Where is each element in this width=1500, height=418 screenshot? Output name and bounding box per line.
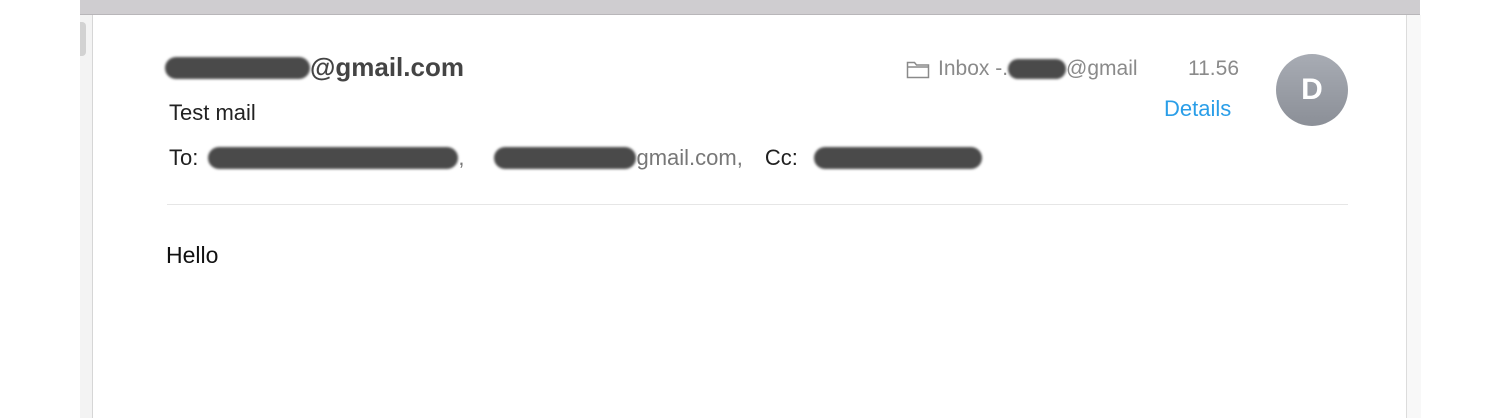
to-address-1-suffix: ,	[458, 145, 465, 170]
message-list-edge	[80, 15, 93, 418]
redacted-to-address-1[interactable]	[208, 147, 459, 169]
toolbar-edge	[80, 0, 1420, 15]
redacted-sender-name	[165, 56, 310, 79]
mailbox-suffix: @gmail	[1066, 57, 1138, 80]
mailbox-prefix: Inbox -.	[938, 57, 1009, 80]
sender-domain: @gmail.com	[310, 52, 464, 82]
avatar-initial: D	[1301, 73, 1323, 106]
redacted-to-address-2[interactable]	[494, 147, 637, 169]
redacted-mailbox-account	[1008, 59, 1067, 79]
split-view-handle[interactable]	[80, 22, 86, 56]
details-link[interactable]: Details	[1164, 96, 1231, 122]
scrollbar-track[interactable]	[1406, 15, 1421, 418]
to-label: To:	[169, 145, 199, 170]
recipients-row: To: , gmail.com, Cc:	[169, 145, 982, 171]
header-divider	[167, 204, 1348, 205]
message-body: Hello	[166, 242, 219, 268]
folder-icon	[906, 59, 932, 79]
received-time: 11.56	[1188, 57, 1239, 80]
subject-line: Test mail	[169, 100, 256, 125]
to-address-2-suffix: gmail.com,	[636, 145, 743, 170]
redacted-cc-address[interactable]	[813, 147, 982, 169]
sender-address[interactable]: @gmail.com	[165, 52, 464, 83]
cc-label: Cc:	[764, 145, 798, 170]
mailbox-location: Inbox -. @gmail	[906, 57, 1138, 81]
sender-avatar: D	[1276, 54, 1348, 126]
